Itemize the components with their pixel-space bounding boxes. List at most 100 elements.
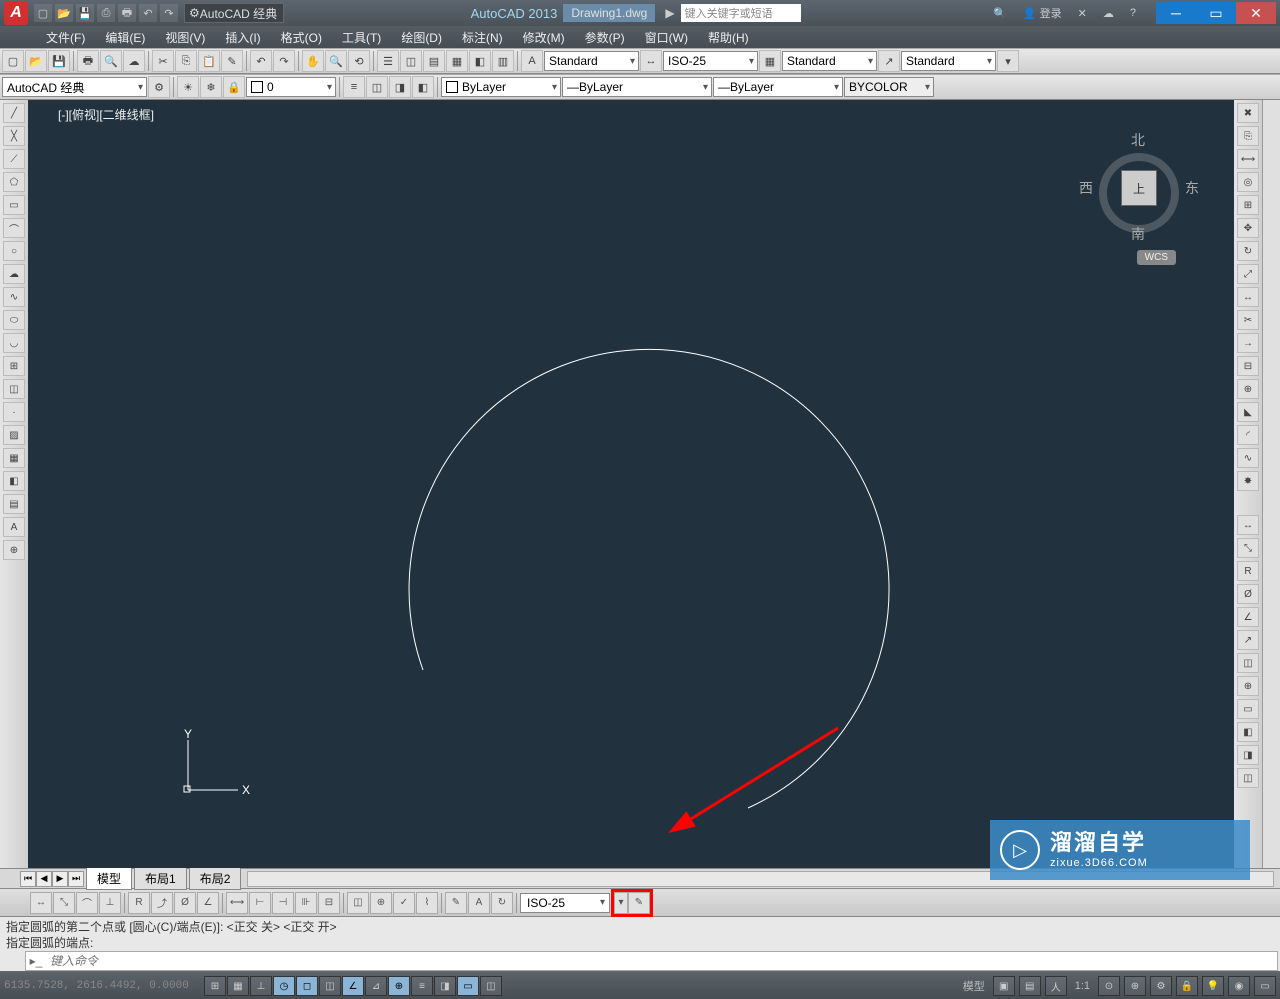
viewcube-north[interactable]: 北 bbox=[1131, 130, 1145, 150]
extend-icon[interactable]: → bbox=[1237, 333, 1259, 353]
menu-view[interactable]: 视图(V) bbox=[159, 26, 211, 49]
color-combo[interactable]: ByLayer bbox=[441, 77, 561, 97]
mleaderstyle-combo[interactable]: Standard bbox=[901, 51, 996, 71]
rectangle-icon[interactable]: ▭ bbox=[3, 195, 25, 215]
3dosnap-toggle[interactable]: ◫ bbox=[319, 976, 341, 996]
dim-arc-icon[interactable]: ⌒ bbox=[76, 892, 98, 914]
cleanscreen-icon[interactable]: ▭ bbox=[1254, 976, 1276, 996]
snap-toggle[interactable]: ⊞ bbox=[204, 976, 226, 996]
new-icon[interactable]: ▢ bbox=[34, 4, 52, 22]
vertical-scrollbar[interactable] bbox=[1262, 100, 1280, 868]
layer-state-icon[interactable]: ≡ bbox=[343, 76, 365, 98]
insert-icon[interactable]: ⊞ bbox=[3, 356, 25, 376]
erase-icon[interactable]: ✖ bbox=[1237, 103, 1259, 123]
copy-button[interactable]: ⎘ bbox=[175, 50, 197, 72]
chamfer-icon[interactable]: ◣ bbox=[1237, 402, 1259, 422]
dim-edit-icon[interactable]: ✎ bbox=[445, 892, 467, 914]
dyn-toggle[interactable]: ⊕ bbox=[388, 976, 410, 996]
dim-diameter-icon[interactable]: Ø bbox=[174, 892, 196, 914]
dim-tol-icon[interactable]: ◫ bbox=[1237, 653, 1259, 673]
quickview-drawings-icon[interactable]: ▤ bbox=[1019, 976, 1041, 996]
offset-icon[interactable]: ◎ bbox=[1237, 172, 1259, 192]
stretch-icon[interactable]: ↔ bbox=[1237, 287, 1259, 307]
spline-icon[interactable]: ∿ bbox=[3, 287, 25, 307]
lwt-toggle[interactable]: ≡ bbox=[411, 976, 433, 996]
join-icon[interactable]: ⊕ bbox=[1237, 379, 1259, 399]
viewcube[interactable]: 上 北 南 东 西 bbox=[1084, 118, 1194, 248]
lineweight-combo[interactable]: — ByLayer bbox=[713, 77, 843, 97]
ducs-toggle[interactable]: ⊿ bbox=[365, 976, 387, 996]
ws-switch-icon[interactable]: ⚙ bbox=[1150, 976, 1172, 996]
line-icon[interactable]: ╱ bbox=[3, 103, 25, 123]
zoom-button[interactable]: 🔍 bbox=[325, 50, 347, 72]
rotate-icon[interactable]: ↻ bbox=[1237, 241, 1259, 261]
block-icon[interactable]: ◫ bbox=[3, 379, 25, 399]
tab-layout1[interactable]: 布局1 bbox=[134, 867, 187, 890]
saveas-icon[interactable]: ⎙ bbox=[97, 4, 115, 22]
command-input[interactable] bbox=[46, 954, 1277, 968]
copy-icon[interactable]: ⎘ bbox=[1237, 126, 1259, 146]
tab-next-icon[interactable]: ▶ bbox=[52, 871, 68, 887]
exchange-icon[interactable]: ✕ bbox=[1072, 5, 1093, 22]
dim-continue-icon[interactable]: ⊣ bbox=[272, 892, 294, 914]
open-button[interactable]: 📂 bbox=[25, 50, 47, 72]
blend-icon[interactable]: ∿ bbox=[1237, 448, 1259, 468]
redo-icon[interactable]: ↷ bbox=[160, 4, 178, 22]
dim-quick-icon[interactable]: ⟷ bbox=[226, 892, 248, 914]
search-input[interactable]: 键入关键字或短语 bbox=[681, 4, 801, 22]
dim-jogged-icon[interactable]: ⤴ bbox=[151, 892, 173, 914]
ellipsearc-icon[interactable]: ◡ bbox=[3, 333, 25, 353]
polar-toggle[interactable]: ◷ bbox=[273, 976, 295, 996]
publish-button[interactable]: ☁ bbox=[123, 50, 145, 72]
dim-inspect-icon[interactable]: ✓ bbox=[393, 892, 415, 914]
dim-radius-icon[interactable]: R bbox=[128, 892, 150, 914]
dimstyle-combo[interactable]: ISO-25 bbox=[663, 51, 758, 71]
menu-param[interactable]: 参数(P) bbox=[579, 26, 631, 49]
xline-icon[interactable]: ╳ bbox=[3, 126, 25, 146]
sc-toggle[interactable]: ◫ bbox=[480, 976, 502, 996]
help-icon[interactable]: ? bbox=[1124, 5, 1142, 21]
save-icon[interactable]: 💾 bbox=[76, 4, 94, 22]
viewcube-face[interactable]: 上 bbox=[1121, 170, 1157, 206]
dim-break-icon[interactable]: ⊟ bbox=[318, 892, 340, 914]
model-space-label[interactable]: 模型 bbox=[959, 976, 989, 996]
constraint4-icon[interactable]: ◫ bbox=[1237, 768, 1259, 788]
dim-tolerance-icon[interactable]: ◫ bbox=[347, 892, 369, 914]
undo-button[interactable]: ↶ bbox=[250, 50, 272, 72]
quickview-layouts-icon[interactable]: ▣ bbox=[993, 976, 1015, 996]
dim-rad-icon[interactable]: R bbox=[1237, 561, 1259, 581]
linetype-combo[interactable]: — ByLayer bbox=[562, 77, 712, 97]
menu-file[interactable]: 文件(F) bbox=[40, 26, 91, 49]
save-button[interactable]: 💾 bbox=[48, 50, 70, 72]
fillet-icon[interactable]: ◜ bbox=[1237, 425, 1259, 445]
trim-icon[interactable]: ✂ bbox=[1237, 310, 1259, 330]
dim-jogline-icon[interactable]: ⌇ bbox=[416, 892, 438, 914]
menu-format[interactable]: 格式(O) bbox=[275, 26, 328, 49]
infocenter-icon[interactable]: 🔍 bbox=[987, 5, 1013, 22]
workspace-settings-icon[interactable]: ⚙ bbox=[148, 76, 170, 98]
layer-combo[interactable]: 0 bbox=[246, 77, 336, 97]
pan-button[interactable]: ✋ bbox=[302, 50, 324, 72]
revcloud-icon[interactable]: ☁ bbox=[3, 264, 25, 284]
tab-layout2[interactable]: 布局2 bbox=[189, 867, 242, 890]
isolate-icon[interactable]: ◉ bbox=[1228, 976, 1250, 996]
layer-freeze-icon[interactable]: ◨ bbox=[389, 76, 411, 98]
calc-button[interactable]: ▥ bbox=[492, 50, 514, 72]
grid-toggle[interactable]: ▦ bbox=[227, 976, 249, 996]
dim-style-dropdown-icon[interactable]: ▾ bbox=[614, 892, 628, 914]
dim-leader-icon[interactable]: ↗ bbox=[1237, 630, 1259, 650]
osnap-toggle[interactable]: ◻ bbox=[296, 976, 318, 996]
polygon-icon[interactable]: ⬠ bbox=[3, 172, 25, 192]
menu-modify[interactable]: 修改(M) bbox=[517, 26, 571, 49]
dim-baseline-icon[interactable]: ⊢ bbox=[249, 892, 271, 914]
scale-icon[interactable]: ⤢ bbox=[1237, 264, 1259, 284]
workspace-dropdown[interactable]: ⚙ AutoCAD 经典 bbox=[184, 3, 284, 23]
toolpalette-button[interactable]: ▤ bbox=[423, 50, 445, 72]
designcenter-button[interactable]: ◫ bbox=[400, 50, 422, 72]
mleaderstyle-icon[interactable]: ↗ bbox=[878, 50, 900, 72]
layer-off-icon[interactable]: ◧ bbox=[412, 76, 434, 98]
new-button[interactable]: ▢ bbox=[2, 50, 24, 72]
region-icon[interactable]: ◧ bbox=[3, 471, 25, 491]
cloud-icon[interactable]: ☁ bbox=[1097, 5, 1120, 22]
style-dropdown-icon[interactable]: ▾ bbox=[997, 50, 1019, 72]
